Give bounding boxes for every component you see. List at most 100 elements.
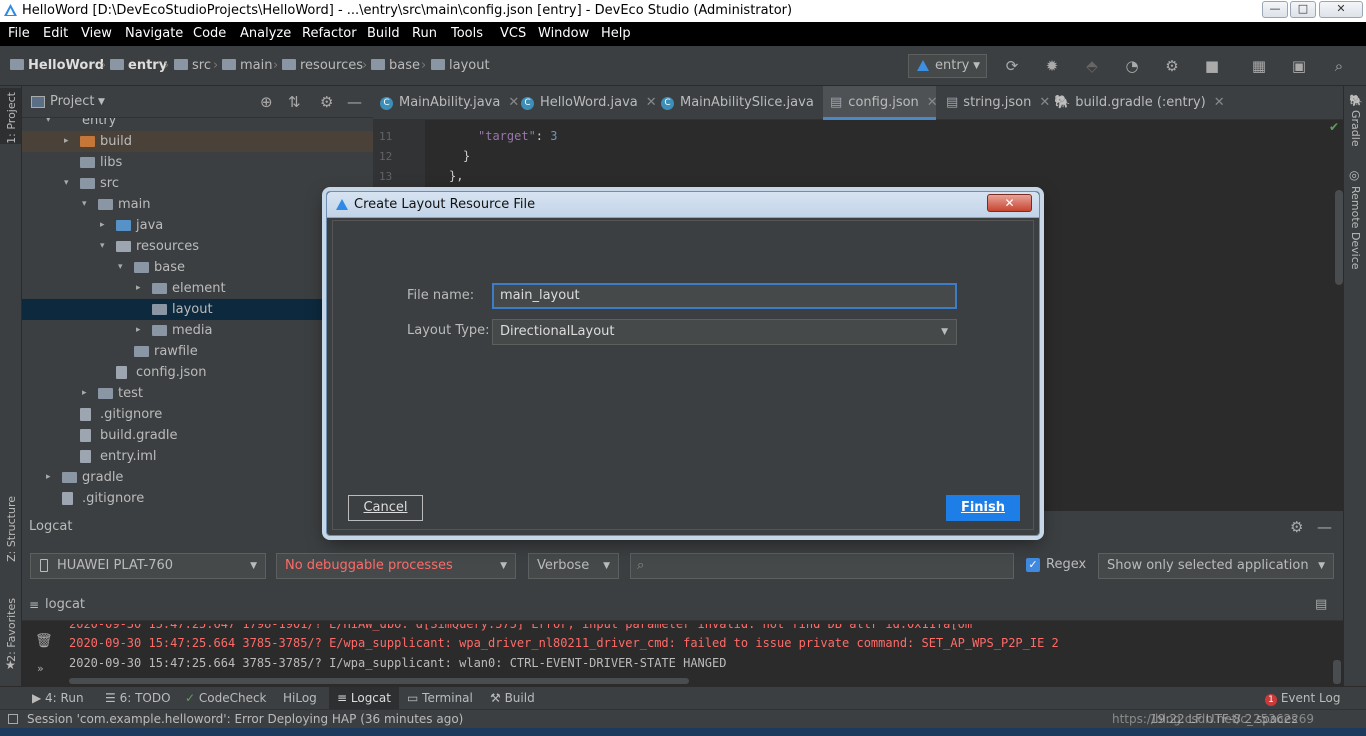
breadcrumb-layout[interactable]: layout: [431, 46, 490, 86]
menu-refactor[interactable]: Refactor: [302, 22, 357, 46]
menu-code[interactable]: Code: [193, 22, 226, 46]
chevron-down-icon[interactable]: ▼: [98, 86, 105, 118]
tab-config-json[interactable]: ▤ config.json ✕: [823, 86, 938, 120]
tree-item-rawfile[interactable]: rawfile: [22, 341, 373, 362]
stop-icon[interactable]: ■: [1203, 57, 1221, 75]
process-select[interactable]: No debuggable processes ▼: [276, 553, 516, 579]
settings-gear-icon[interactable]: ⚙: [1163, 57, 1181, 75]
tool-windows-icon[interactable]: [8, 714, 18, 724]
event-log-button[interactable]: 1 Event Log: [1265, 687, 1340, 710]
attach-debugger-icon[interactable]: ⬘: [1083, 57, 1101, 75]
tree-item-element[interactable]: ▸ element: [22, 278, 373, 299]
tab-main-ability[interactable]: C MainAbility.java ✕: [373, 86, 519, 120]
breadcrumb-main[interactable]: main: [222, 46, 272, 86]
tree-item-base[interactable]: ▾ base: [22, 257, 373, 278]
gear-icon[interactable]: ⚙: [320, 86, 333, 118]
device-manager-icon[interactable]: ▣: [1290, 57, 1308, 75]
menu-view[interactable]: View: [81, 22, 112, 46]
close-dialog-button[interactable]: ✕: [987, 194, 1032, 212]
menu-edit[interactable]: Edit: [43, 22, 68, 46]
tree-item-build-gradle[interactable]: build.gradle: [22, 425, 373, 446]
breadcrumb-entry[interactable]: entry: [110, 46, 167, 86]
editor-scrollbar[interactable]: [1335, 190, 1343, 285]
tab-helloword[interactable]: C HelloWord.java ✕: [514, 86, 657, 120]
more-icon[interactable]: »: [37, 662, 44, 675]
tab-main-ability-slice[interactable]: CMainAbilitySlice.java✕: [654, 86, 833, 120]
expand-arrow-icon[interactable]: ▾: [100, 236, 105, 257]
tree-item-layout[interactable]: layout: [22, 299, 373, 320]
maximize-button[interactable]: □: [1290, 1, 1316, 18]
close-tab-icon[interactable]: ✕: [1214, 95, 1225, 110]
tree-item-src[interactable]: ▾ src: [22, 173, 373, 194]
gear-icon[interactable]: ⚙: [1290, 511, 1303, 543]
cancel-button[interactable]: Cancel: [348, 495, 423, 521]
expand-arrow-icon[interactable]: ▾: [64, 173, 69, 194]
menu-run[interactable]: Run: [412, 22, 437, 46]
tab-logcat[interactable]: ≡ Logcat: [329, 687, 399, 710]
menu-tools[interactable]: Tools: [451, 22, 483, 46]
layout-options-icon[interactable]: ▤: [1315, 589, 1327, 621]
collapse-all-icon[interactable]: ⇅: [288, 86, 301, 118]
expand-arrow-icon[interactable]: ▸: [46, 467, 51, 488]
tab-run[interactable]: ▶ 4: Run: [32, 687, 84, 710]
tree-item-resources[interactable]: ▾ resources: [22, 236, 373, 257]
log-horizontal-scrollbar[interactable]: [69, 678, 689, 684]
tree-item-entry[interactable]: ▾ entry: [22, 118, 373, 131]
remote-device-tool-tab[interactable]: Remote Device: [1349, 186, 1362, 270]
minimize-button[interactable]: —: [1262, 1, 1288, 18]
regex-checkbox[interactable]: ✓: [1026, 558, 1040, 572]
tree-item-media[interactable]: ▸ media: [22, 320, 373, 341]
profiler-icon[interactable]: ◔: [1123, 57, 1141, 75]
expand-arrow-icon[interactable]: ▸: [100, 215, 105, 236]
tab-codecheck[interactable]: ✓ CodeCheck: [185, 687, 267, 710]
tree-item-gradle[interactable]: ▸ gradle: [22, 467, 373, 488]
breadcrumb-base[interactable]: base: [371, 46, 420, 86]
locate-file-icon[interactable]: ⊕: [260, 86, 273, 118]
expand-arrow-icon[interactable]: ▸: [136, 278, 141, 299]
run-configuration-select[interactable]: entry ▼: [908, 54, 987, 78]
close-tab-icon[interactable]: ✕: [927, 95, 938, 110]
expand-arrow-icon[interactable]: ▸: [136, 320, 141, 341]
debug-icon[interactable]: ✹: [1043, 57, 1061, 75]
trash-icon[interactable]: 🗑: [35, 633, 53, 649]
close-window-button[interactable]: ✕: [1319, 1, 1363, 18]
menu-file[interactable]: File: [8, 22, 30, 46]
structure-tool-tab[interactable]: Z: Structure: [5, 496, 18, 562]
search-icon[interactable]: ⌕: [1330, 57, 1348, 75]
tab-todo[interactable]: ☰ 6: TODO: [105, 687, 171, 710]
expand-arrow-icon[interactable]: ▾: [46, 118, 51, 131]
menu-vcs[interactable]: VCS: [500, 22, 526, 46]
breadcrumb-resources[interactable]: resources: [282, 46, 363, 86]
tab-hilog[interactable]: HiLog: [283, 687, 317, 710]
file-name-input[interactable]: main_layout: [492, 283, 957, 309]
project-structure-icon[interactable]: ▦: [1250, 57, 1268, 75]
hide-panel-icon[interactable]: —: [1317, 511, 1332, 543]
project-panel-title[interactable]: Project: [50, 86, 94, 118]
tree-item-main[interactable]: ▾ main: [22, 194, 373, 215]
menu-analyze[interactable]: Analyze: [240, 22, 291, 46]
tree-item-java[interactable]: ▸ java: [22, 215, 373, 236]
layout-type-select[interactable]: DirectionalLayout ▼: [492, 319, 957, 345]
logcat-subtitle[interactable]: logcat: [45, 589, 85, 621]
sync-icon[interactable]: ⟳: [1003, 57, 1021, 75]
filter-select[interactable]: Show only selected application ▼: [1098, 553, 1334, 579]
close-tab-icon[interactable]: ✕: [1039, 95, 1050, 110]
expand-arrow-icon[interactable]: ▸: [82, 383, 87, 404]
favorites-tool-tab[interactable]: 2: Favorites: [5, 598, 18, 662]
menu-window[interactable]: Window: [538, 22, 589, 46]
finish-button[interactable]: Finish: [946, 495, 1020, 521]
log-level-select[interactable]: Verbose ▼: [528, 553, 619, 579]
hide-panel-icon[interactable]: —: [347, 86, 362, 118]
expand-arrow-icon[interactable]: ▾: [118, 257, 123, 278]
status-message[interactable]: Session 'com.example.helloword': Error D…: [27, 710, 463, 729]
tree-item-gitignore[interactable]: .gitignore: [22, 404, 373, 425]
expand-arrow-icon[interactable]: ▾: [82, 194, 87, 215]
breadcrumb-src[interactable]: src: [174, 46, 211, 86]
breadcrumb-project[interactable]: HelloWord: [10, 46, 104, 86]
menu-build[interactable]: Build: [367, 22, 400, 46]
tab-build-gradle[interactable]: 🐘 build.gradle (:entry) ✕: [1051, 86, 1225, 120]
project-tool-tab[interactable]: 1: Project: [0, 88, 21, 144]
log-vertical-scrollbar[interactable]: [1333, 660, 1341, 684]
tree-item-build[interactable]: ▸ build: [22, 131, 373, 152]
log-search-input[interactable]: ⌕: [630, 553, 1014, 579]
